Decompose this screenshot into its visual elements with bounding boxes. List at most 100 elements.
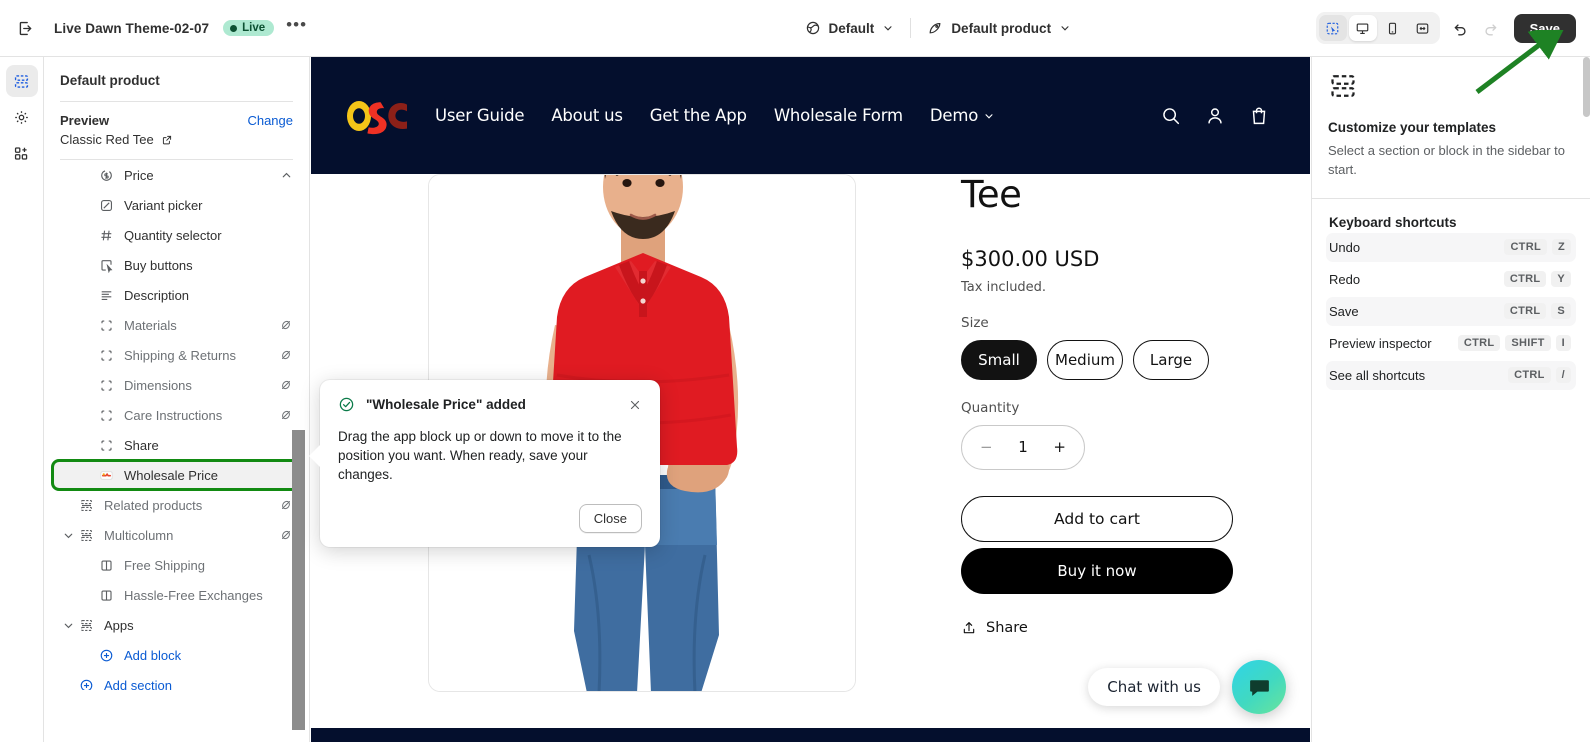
toolbar-center-group: Default Default product bbox=[560, 15, 1316, 41]
block-hidden-indicator[interactable] bbox=[279, 318, 293, 332]
block-collapse-toggle[interactable] bbox=[60, 619, 76, 632]
size-option-medium[interactable]: Medium bbox=[1047, 339, 1123, 380]
storefront-nav-demo[interactable]: Demo bbox=[930, 106, 995, 125]
sidebar-block-multicolumn[interactable]: Multicolumn bbox=[52, 520, 301, 550]
right-panel-scrollbar[interactable] bbox=[1583, 57, 1590, 117]
section-icon bbox=[76, 528, 96, 543]
quantity-stepper[interactable]: − 1 + bbox=[961, 424, 1085, 470]
add-to-cart-button[interactable]: Add to cart bbox=[961, 495, 1233, 542]
sections-rail-button[interactable] bbox=[5, 65, 38, 97]
sidebar-block-price[interactable]: Price bbox=[52, 160, 301, 190]
change-preview-link[interactable]: Change bbox=[247, 113, 293, 128]
shortcut-key: / bbox=[1555, 367, 1571, 384]
sidebar-block-care-instructions[interactable]: Care Instructions bbox=[52, 400, 301, 430]
column-icon bbox=[100, 589, 112, 601]
popover-body: Drag the app block up or down to move it… bbox=[338, 429, 622, 483]
popover-close-action-button[interactable]: Close bbox=[578, 504, 642, 534]
save-button[interactable]: Save bbox=[1513, 13, 1576, 43]
settings-rail-button[interactable] bbox=[6, 101, 38, 133]
block-hidden-indicator[interactable] bbox=[279, 498, 293, 512]
shortcut-key: Y bbox=[1551, 271, 1571, 288]
quantity-decrease-button[interactable]: − bbox=[980, 438, 993, 456]
block-collapse-toggle[interactable] bbox=[60, 529, 76, 542]
sidebar-block-free-shipping[interactable]: Free Shipping bbox=[52, 550, 301, 580]
sidebar-block-materials[interactable]: Materials bbox=[52, 310, 301, 340]
exit-editor-button[interactable] bbox=[10, 13, 40, 43]
chat-label[interactable]: Chat with us bbox=[1088, 668, 1220, 706]
quantity-label: Quantity bbox=[961, 399, 1020, 416]
more-options-button[interactable]: ••• bbox=[286, 16, 307, 36]
sidebar-block-list[interactable]: Price Variant picker Quantity selector Buy … bbox=[44, 160, 309, 690]
chat-widget: Chat with us bbox=[1088, 660, 1286, 714]
chevron-down-icon[interactable] bbox=[62, 529, 75, 542]
sidebar-block-wholesale-price[interactable]: Wholesale Price bbox=[51, 459, 302, 491]
storefront-nav-user-guide[interactable]: User Guide bbox=[435, 106, 525, 125]
size-option-large[interactable]: Large bbox=[1133, 339, 1209, 380]
product-price: $300.00 USD bbox=[961, 246, 1100, 271]
sidebar-block-share[interactable]: Share bbox=[52, 430, 301, 460]
search-icon[interactable] bbox=[1160, 105, 1182, 127]
block-hidden-indicator[interactable] bbox=[279, 408, 293, 422]
storefront-nav-about-us[interactable]: About us bbox=[551, 106, 623, 125]
app-block-icon bbox=[100, 470, 112, 480]
inspector-toggle-button[interactable] bbox=[1318, 15, 1347, 41]
chat-bubble-button[interactable] bbox=[1232, 660, 1286, 714]
block-icon bbox=[100, 409, 112, 421]
sidebar-block-related-products[interactable]: Related products bbox=[52, 490, 301, 520]
section-icon bbox=[76, 498, 96, 513]
block-hidden-indicator[interactable] bbox=[279, 348, 293, 362]
sidebar-scrollbar[interactable] bbox=[292, 430, 305, 730]
sidebar-block-shipping-returns[interactable]: Shipping & Returns bbox=[52, 340, 301, 370]
hidden-eye-icon[interactable] bbox=[279, 528, 293, 542]
osc-logo[interactable] bbox=[341, 93, 413, 139]
block-collapse-button[interactable] bbox=[280, 169, 293, 182]
sidebar-block-variant-picker[interactable]: Variant picker bbox=[52, 190, 301, 220]
chevron-down-icon[interactable] bbox=[62, 619, 75, 632]
shortcut-key: CTRL bbox=[1457, 335, 1501, 352]
fullscreen-view-button[interactable] bbox=[1409, 15, 1437, 41]
sidebar-block-buy-buttons[interactable]: Buy buttons bbox=[52, 250, 301, 280]
storefront-nav-wholesale-form[interactable]: Wholesale Form bbox=[774, 106, 903, 125]
quantity-value[interactable]: 1 bbox=[1018, 438, 1028, 456]
popover-close-button[interactable] bbox=[628, 396, 642, 412]
preview-product-row[interactable]: Classic Red Tee bbox=[60, 132, 293, 147]
sidebar-block-add-block[interactable]: Add block bbox=[52, 640, 301, 670]
sidebar-block-apps[interactable]: Apps bbox=[52, 610, 301, 640]
buy-it-now-button[interactable]: Buy it now bbox=[961, 547, 1233, 594]
hidden-eye-icon[interactable] bbox=[279, 378, 293, 392]
sidebar-block-quantity-selector[interactable]: Quantity selector bbox=[52, 220, 301, 250]
sidebar-block-add-section[interactable]: Add section bbox=[52, 670, 301, 690]
price-icon bbox=[96, 168, 116, 183]
storefront-nav-get-the-app[interactable]: Get the App bbox=[650, 106, 747, 125]
apps-rail-button[interactable] bbox=[6, 137, 38, 169]
popover-title: "Wholesale Price" added bbox=[366, 397, 526, 412]
mobile-view-button[interactable] bbox=[1379, 15, 1407, 41]
sidebar-block-dimensions[interactable]: Dimensions bbox=[52, 370, 301, 400]
block-hidden-indicator[interactable] bbox=[279, 528, 293, 542]
chevron-down-icon bbox=[884, 26, 892, 31]
size-option-small[interactable]: Small bbox=[961, 339, 1037, 380]
hidden-eye-icon[interactable] bbox=[279, 318, 293, 332]
share-button[interactable]: Share bbox=[961, 620, 1261, 636]
chevron-up-icon[interactable] bbox=[280, 169, 293, 182]
sidebar-block-description[interactable]: Description bbox=[52, 280, 301, 310]
account-icon[interactable] bbox=[1204, 105, 1226, 127]
sidebar-block-label: Add section bbox=[104, 677, 172, 691]
hidden-eye-icon[interactable] bbox=[279, 348, 293, 362]
external-link-icon bbox=[162, 135, 171, 144]
column-icon bbox=[96, 588, 116, 603]
hidden-eye-icon[interactable] bbox=[279, 408, 293, 422]
desktop-view-button[interactable] bbox=[1348, 15, 1377, 41]
undo-button[interactable] bbox=[1446, 13, 1476, 43]
block-hidden-indicator[interactable] bbox=[279, 378, 293, 392]
cart-icon[interactable] bbox=[1248, 105, 1270, 127]
template-selector[interactable]: Default bbox=[796, 15, 904, 41]
product-selector[interactable]: Default product bbox=[918, 15, 1080, 41]
shortcut-name: See all shortcuts bbox=[1329, 367, 1426, 383]
quantity-increase-button[interactable]: + bbox=[1053, 438, 1066, 456]
sidebar-block-hassle-free-exchanges[interactable]: Hassle-Free Exchanges bbox=[52, 580, 301, 610]
sidebar-block-label: Buy buttons bbox=[124, 257, 193, 273]
hidden-eye-icon[interactable] bbox=[279, 498, 293, 512]
sidebar-block-label: Related products bbox=[104, 497, 203, 513]
tax-note: Tax included. bbox=[961, 279, 1047, 295]
